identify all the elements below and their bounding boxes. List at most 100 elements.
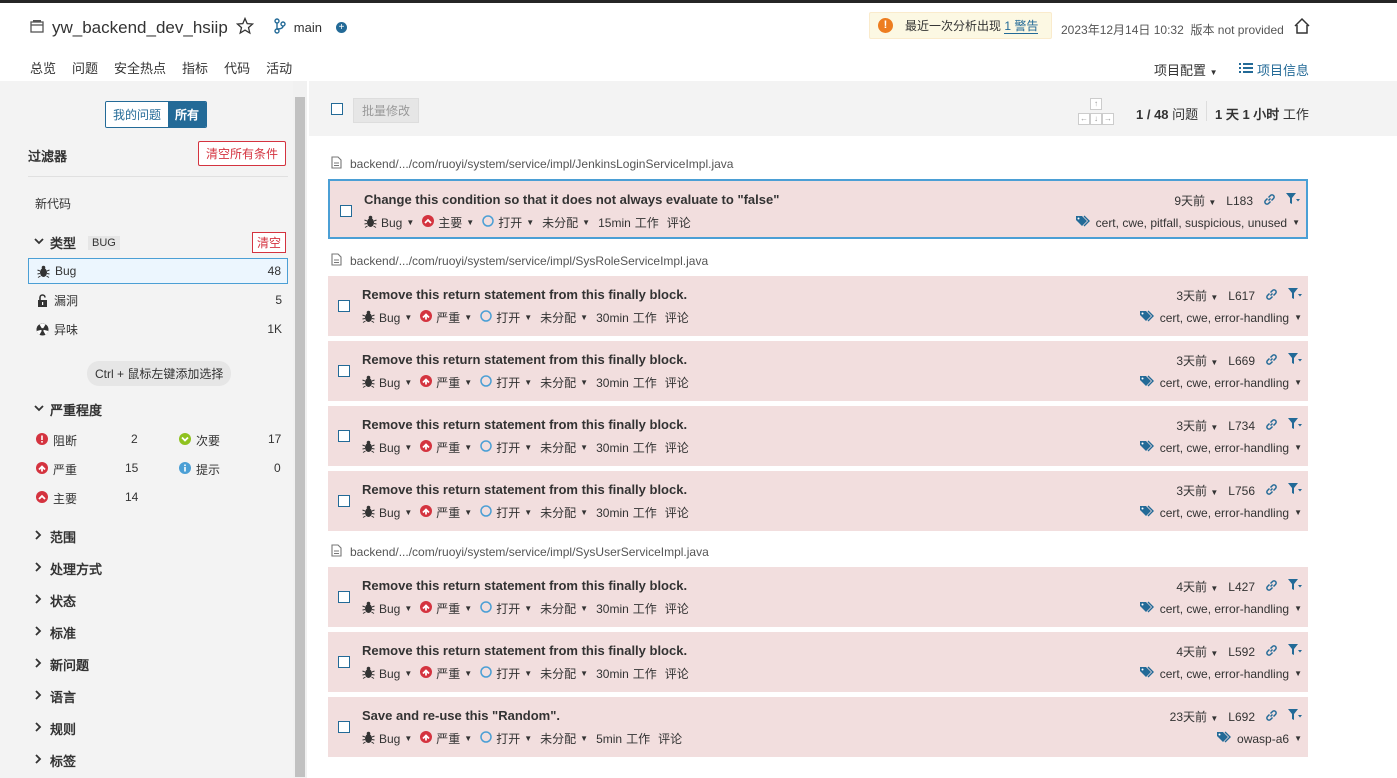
issue-status-dropdown[interactable]: 打开 ▼ xyxy=(482,214,534,231)
issue-status-dropdown[interactable]: 打开 ▼ xyxy=(480,665,532,682)
issue-tags[interactable]: cert, cwe, error-handling ▼ xyxy=(1139,601,1302,616)
severity-critical-item[interactable]: 严重 xyxy=(36,461,77,478)
issue-type-dropdown[interactable]: Bug ▼ xyxy=(362,375,412,391)
issue-severity-dropdown[interactable]: 严重 ▼ xyxy=(420,665,472,682)
link-icon[interactable] xyxy=(1265,579,1278,595)
issue-message[interactable]: Remove this return statement from this f… xyxy=(362,482,687,497)
issue-effort[interactable]: 5min 工作 xyxy=(596,730,650,747)
filter-icon[interactable] xyxy=(1286,193,1300,208)
issue-row[interactable]: Remove this return statement from this f… xyxy=(328,406,1308,466)
project-title[interactable]: yw_backend_dev_hsiip xyxy=(52,18,228,38)
issue-type-dropdown[interactable]: Bug ▼ xyxy=(364,215,414,231)
issue-comment-link[interactable]: 评论 xyxy=(658,730,682,747)
filter-icon[interactable] xyxy=(1288,579,1302,594)
issue-comment-link[interactable]: 评论 xyxy=(665,309,689,326)
issue-effort[interactable]: 15min 工作 xyxy=(598,214,659,231)
issue-line[interactable]: L183 xyxy=(1226,194,1253,208)
issue-row[interactable]: Remove this return statement from this f… xyxy=(328,276,1308,336)
issue-status-dropdown[interactable]: 打开 ▼ xyxy=(480,730,532,747)
type-bug-item[interactable]: Bug 48 xyxy=(28,258,288,284)
severity-facet-header[interactable]: 严重程度 xyxy=(34,400,102,419)
facet-standards[interactable]: 标准 xyxy=(34,623,76,642)
issue-message[interactable]: Save and re-use this "Random". xyxy=(362,708,560,723)
issue-message[interactable]: Remove this return statement from this f… xyxy=(362,578,687,593)
issue-checkbox[interactable] xyxy=(338,656,350,668)
issue-assignee-dropdown[interactable]: 未分配 ▼ xyxy=(540,730,588,747)
issue-severity-dropdown[interactable]: 严重 ▼ xyxy=(420,374,472,391)
issue-tags[interactable]: cert, cwe, error-handling ▼ xyxy=(1139,440,1302,455)
facet-status[interactable]: 状态 xyxy=(34,591,76,610)
issue-row[interactable]: Remove this return statement from this f… xyxy=(328,632,1308,692)
issue-assignee-dropdown[interactable]: 未分配 ▼ xyxy=(540,309,588,326)
issue-age-dropdown[interactable]: 4天前 ▼ xyxy=(1176,643,1218,660)
select-all-checkbox[interactable] xyxy=(331,103,343,115)
issue-checkbox[interactable] xyxy=(338,300,350,312)
new-code-filter[interactable]: 新代码 xyxy=(35,195,71,212)
issue-comment-link[interactable]: 评论 xyxy=(665,600,689,617)
issue-row[interactable]: Save and re-use this "Random". Bug ▼ 严重 ▼ 打开 ▼… xyxy=(328,697,1308,757)
issue-row[interactable]: Remove this return statement from this f… xyxy=(328,567,1308,627)
issue-row[interactable]: Change this condition so that it does no… xyxy=(328,179,1308,239)
issue-checkbox[interactable] xyxy=(338,495,350,507)
issue-assignee-dropdown[interactable]: 未分配 ▼ xyxy=(540,504,588,521)
issue-severity-dropdown[interactable]: 主要 ▼ xyxy=(422,214,474,231)
bulk-change-button[interactable]: 批量修改 xyxy=(353,98,420,123)
issue-line[interactable]: L592 xyxy=(1228,645,1255,659)
issue-severity-dropdown[interactable]: 严重 ▼ xyxy=(420,309,472,326)
issue-effort[interactable]: 30min 工作 xyxy=(596,600,657,617)
star-icon[interactable] xyxy=(235,16,254,38)
filter-icon[interactable] xyxy=(1288,418,1302,433)
issue-message[interactable]: Change this condition so that it does no… xyxy=(364,192,779,207)
facet-rules[interactable]: 规则 xyxy=(34,719,76,738)
issue-line[interactable]: L427 xyxy=(1228,580,1255,594)
issue-line[interactable]: L669 xyxy=(1228,354,1255,368)
issue-message[interactable]: Remove this return statement from this f… xyxy=(362,287,687,302)
issue-comment-link[interactable]: 评论 xyxy=(665,439,689,456)
issue-tags[interactable]: cert, cwe, error-handling ▼ xyxy=(1139,375,1302,390)
project-config-menu[interactable]: 项目配置 ▼ xyxy=(1154,60,1218,79)
issue-tags[interactable]: cert, cwe, error-handling ▼ xyxy=(1139,666,1302,681)
issue-assignee-dropdown[interactable]: 未分配 ▼ xyxy=(540,600,588,617)
branch-name[interactable]: main xyxy=(294,20,322,35)
issue-row[interactable]: Remove this return statement from this f… xyxy=(328,341,1308,401)
issue-severity-dropdown[interactable]: 严重 ▼ xyxy=(420,439,472,456)
file-path-text[interactable]: backend/.../com/ruoyi/system/service/imp… xyxy=(350,545,709,559)
issue-tags[interactable]: owasp-a6 ▼ xyxy=(1217,731,1302,746)
issue-type-dropdown[interactable]: Bug ▼ xyxy=(362,440,412,456)
issue-checkbox[interactable] xyxy=(340,205,352,217)
issue-comment-link[interactable]: 评论 xyxy=(665,665,689,682)
issue-row[interactable]: Remove this return statement from this f… xyxy=(328,471,1308,531)
all-issues-toggle[interactable]: 所有 xyxy=(168,102,207,127)
issue-age-dropdown[interactable]: 4天前 ▼ xyxy=(1176,578,1218,595)
filter-icon[interactable] xyxy=(1288,644,1302,659)
sidebar-scrollbar[interactable] xyxy=(293,81,307,778)
issue-severity-dropdown[interactable]: 严重 ▼ xyxy=(420,504,472,521)
issue-status-dropdown[interactable]: 打开 ▼ xyxy=(480,504,532,521)
issue-line[interactable]: L617 xyxy=(1228,289,1255,303)
issue-line[interactable]: L692 xyxy=(1228,710,1255,724)
project-info-link[interactable]: 项目信息 xyxy=(1239,60,1309,79)
issue-checkbox[interactable] xyxy=(338,721,350,733)
severity-minor-item[interactable]: 次要 xyxy=(179,432,220,449)
issue-message[interactable]: Remove this return statement from this f… xyxy=(362,643,687,658)
link-icon[interactable] xyxy=(1265,483,1278,499)
issue-age-dropdown[interactable]: 3天前 ▼ xyxy=(1176,352,1218,369)
issue-effort[interactable]: 30min 工作 xyxy=(596,374,657,391)
issue-status-dropdown[interactable]: 打开 ▼ xyxy=(480,309,532,326)
issue-age-dropdown[interactable]: 3天前 ▼ xyxy=(1176,417,1218,434)
issue-type-dropdown[interactable]: Bug ▼ xyxy=(362,310,412,326)
issue-severity-dropdown[interactable]: 严重 ▼ xyxy=(420,730,472,747)
type-facet-header[interactable]: 类型 BUG xyxy=(34,233,120,252)
issue-checkbox[interactable] xyxy=(338,591,350,603)
type-vulnerability-item[interactable]: 漏洞 5 xyxy=(28,287,288,313)
filter-icon[interactable] xyxy=(1288,288,1302,303)
issue-type-dropdown[interactable]: Bug ▼ xyxy=(362,666,412,682)
file-path-text[interactable]: backend/.../com/ruoyi/system/service/imp… xyxy=(350,254,708,268)
issue-message[interactable]: Remove this return statement from this f… xyxy=(362,417,687,432)
issue-tags[interactable]: cert, cwe, error-handling ▼ xyxy=(1139,310,1302,325)
facet-new-issues[interactable]: 新问题 xyxy=(34,655,89,674)
issue-severity-dropdown[interactable]: 严重 ▼ xyxy=(420,600,472,617)
issue-type-dropdown[interactable]: Bug ▼ xyxy=(362,601,412,617)
issue-effort[interactable]: 30min 工作 xyxy=(596,439,657,456)
my-issues-toggle[interactable]: 我的问题 xyxy=(106,102,169,127)
